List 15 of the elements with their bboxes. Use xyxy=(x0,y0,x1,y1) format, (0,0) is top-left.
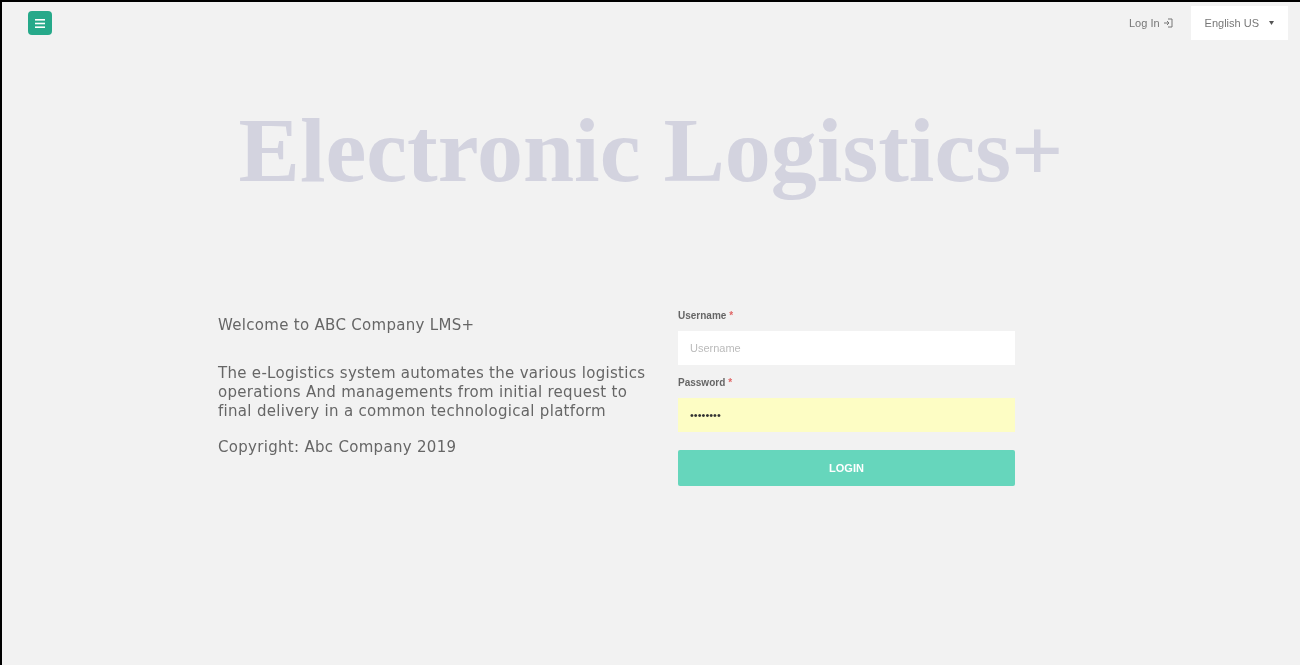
username-field[interactable]: Username xyxy=(678,331,1015,365)
required-mark: * xyxy=(729,309,734,323)
menu-button[interactable] xyxy=(28,11,52,35)
required-mark: * xyxy=(728,376,733,390)
language-dropdown[interactable]: English US xyxy=(1190,6,1288,40)
field-label: Password xyxy=(678,376,726,390)
password-field[interactable]: •••••••• xyxy=(678,398,1015,432)
welcome-text: Welcome to ABC Company LMS+ xyxy=(218,316,476,335)
field-label: Username xyxy=(678,309,727,323)
login-icon xyxy=(1162,18,1173,28)
caret-icon xyxy=(1269,21,1274,25)
description-text: The e-Logistics system automates the various logistics operations And managements from initial request to final delivery in a common technological platform xyxy=(218,364,647,421)
copyright-text: Copyright: Abc Company 2019 xyxy=(218,438,458,457)
login-link[interactable]: Log In xyxy=(1123,14,1179,32)
menu-icon xyxy=(35,18,45,28)
